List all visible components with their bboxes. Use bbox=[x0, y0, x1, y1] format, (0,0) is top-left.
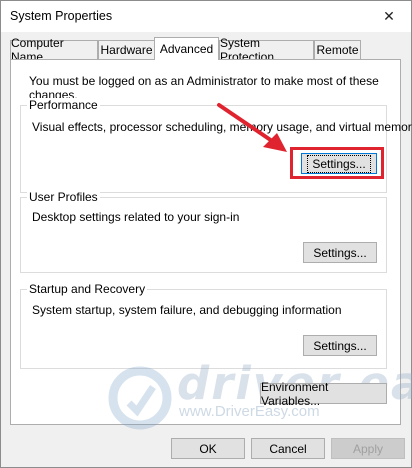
button-label: Apply bbox=[352, 441, 384, 456]
red-arrow-icon bbox=[217, 103, 287, 152]
startup-recovery-label: Startup and Recovery bbox=[27, 282, 148, 296]
tab-label: Advanced bbox=[159, 42, 214, 56]
tab-advanced[interactable]: Advanced bbox=[154, 37, 219, 60]
user-profiles-label: User Profiles bbox=[27, 190, 100, 204]
startup-recovery-group: Startup and Recovery System startup, sys… bbox=[20, 282, 387, 369]
window-title: System Properties bbox=[10, 9, 113, 23]
close-icon: ✕ bbox=[383, 8, 395, 24]
user-profiles-group: User Profiles Desktop settings related t… bbox=[20, 190, 387, 273]
apply-button[interactable]: Apply bbox=[331, 438, 405, 459]
startup-recovery-settings-button[interactable]: Settings... bbox=[303, 335, 377, 356]
performance-label: Performance bbox=[27, 98, 100, 112]
advanced-tab-panel: You must be logged on as an Administrato… bbox=[10, 59, 412, 430]
title-bar: System Properties ✕ bbox=[1, 1, 411, 32]
button-label: Environment Variables... bbox=[261, 379, 329, 408]
tab-label: Hardware bbox=[100, 43, 153, 57]
ok-button[interactable]: OK bbox=[171, 438, 245, 459]
button-label: Settings... bbox=[313, 338, 367, 353]
tab-system-protection[interactable]: System Protection bbox=[219, 36, 314, 64]
tab-hardware[interactable]: Hardware bbox=[98, 40, 155, 59]
environment-variables-button[interactable]: Environment Variables... bbox=[260, 380, 387, 408]
system-properties-window: System Properties ✕ Computer Name Hardwa… bbox=[0, 0, 412, 468]
user-profiles-description: Desktop settings related to your sign-in bbox=[32, 210, 240, 224]
tab-computer-name[interactable]: Computer Name bbox=[10, 36, 98, 64]
tab-label: Remote bbox=[316, 43, 359, 57]
close-button[interactable]: ✕ bbox=[367, 1, 411, 32]
drivereasy-watermark: driver easy www.DriverEasy.com bbox=[107, 357, 412, 434]
user-profiles-settings-button[interactable]: Settings... bbox=[303, 242, 377, 263]
cancel-button[interactable]: Cancel bbox=[251, 438, 325, 459]
startup-recovery-description: System startup, system failure, and debu… bbox=[32, 303, 342, 317]
button-label: Settings... bbox=[313, 245, 367, 260]
drivereasy-logo-icon bbox=[108, 366, 172, 430]
tab-remote[interactable]: Remote bbox=[314, 40, 361, 59]
highlight-box bbox=[290, 147, 384, 179]
button-label: OK bbox=[199, 441, 217, 456]
button-label: Cancel bbox=[269, 441, 307, 456]
